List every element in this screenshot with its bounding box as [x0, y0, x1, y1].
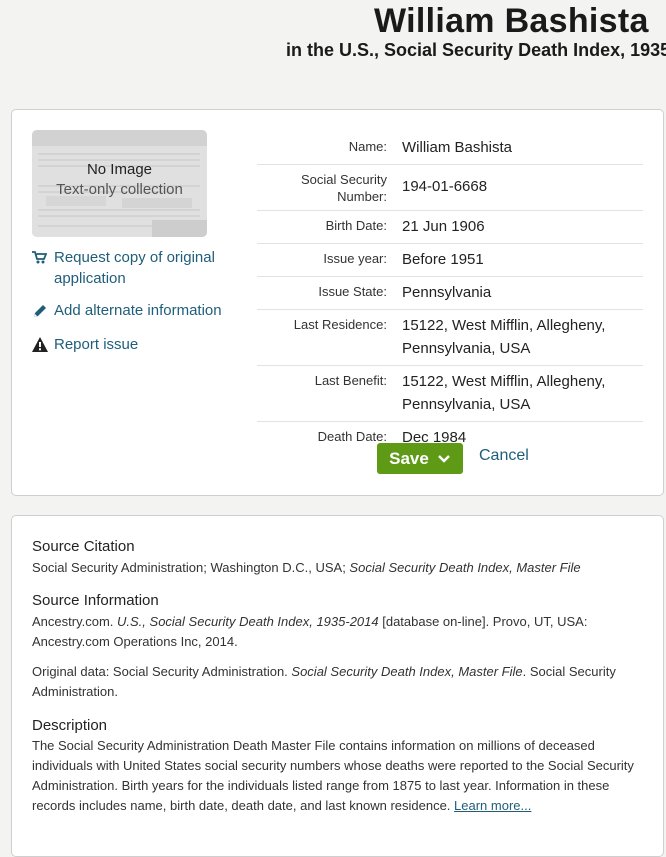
- pencil-icon: [32, 300, 50, 321]
- add-alternate-link[interactable]: Add alternate information: [32, 300, 222, 321]
- request-copy-link[interactable]: Request copy of original application: [32, 247, 234, 289]
- description-body: The Social Security Administration Death…: [32, 738, 634, 813]
- field-label: Issue State:: [318, 284, 387, 299]
- warning-icon: [32, 334, 50, 355]
- field-value: William Bashista: [402, 139, 513, 156]
- info-text-1: Ancestry.com.: [32, 614, 118, 629]
- collection-subtitle: in the U.S., Social Security Death Index…: [286, 40, 666, 60]
- original-text-1: Original data: Social Security Administr…: [32, 664, 292, 679]
- description-heading: Description: [32, 717, 108, 734]
- cart-icon: [32, 247, 50, 268]
- source-citation: Source Citation Social Security Administ…: [32, 538, 647, 578]
- field-label: Issue year:: [323, 251, 387, 266]
- field-row-issue-state: Issue State: Pennsylvania: [257, 277, 643, 310]
- save-button[interactable]: Save: [377, 443, 463, 474]
- field-value: 21 Jun 1906: [402, 218, 485, 235]
- request-copy-label: Request copy of original application: [54, 249, 215, 287]
- source-citation-heading: Source Citation: [32, 538, 135, 555]
- source-card: Source Citation Social Security Administ…: [11, 515, 664, 857]
- citation-italic: Social Security Death Index, Master File: [349, 560, 581, 575]
- learn-more-link[interactable]: Learn more...: [454, 798, 531, 813]
- report-issue-link[interactable]: Report issue: [32, 334, 138, 355]
- chevron-down-icon: [437, 454, 450, 463]
- source-citation-text: Social Security Administration; Washingt…: [32, 558, 647, 578]
- field-row-last-benefit: Last Benefit: 15122, West Mifflin, Alleg…: [257, 366, 643, 422]
- field-row-last-residence: Last Residence: 15122, West Mifflin, All…: [257, 310, 643, 366]
- field-value: 194-01-6668: [402, 178, 488, 195]
- field-value: 15122, West Mifflin, Allegheny, Pennsylv…: [402, 373, 606, 413]
- report-issue-label: Report issue: [54, 336, 139, 353]
- field-value: Before 1951: [402, 251, 484, 268]
- field-label: Last Benefit:: [314, 373, 387, 388]
- field-value: 15122, West Mifflin, Allegheny, Pennsylv…: [402, 317, 606, 357]
- source-description: Description The Social Security Administ…: [32, 717, 647, 816]
- description-text: The Social Security Administration Death…: [32, 736, 647, 816]
- field-label: Birth Date:: [325, 218, 387, 233]
- page-title: William Bashista: [374, 2, 649, 40]
- field-row-name: Name: William Bashista: [257, 132, 643, 165]
- record-details: Name: William Bashista Social Security N…: [257, 132, 643, 454]
- record-card: No Image Text-only collection Request co…: [11, 109, 664, 496]
- save-button-label: Save: [389, 448, 429, 468]
- field-label: Social Security Number:: [301, 172, 387, 204]
- field-label: Last Residence:: [293, 317, 387, 332]
- cancel-link[interactable]: Cancel: [479, 447, 529, 465]
- field-row-ssn: Social Security Number: 194-01-6668: [257, 165, 643, 211]
- source-information: Source Information Ancestry.com. U.S., S…: [32, 592, 647, 702]
- add-alternate-label: Add alternate information: [54, 302, 222, 319]
- field-row-birth-date: Birth Date: 21 Jun 1906: [257, 211, 643, 244]
- page-header: William Bashista in the U.S., Social Sec…: [0, 0, 666, 100]
- citation-text: Social Security Administration; Washingt…: [32, 560, 350, 575]
- field-label: Name:: [348, 139, 387, 154]
- source-information-heading: Source Information: [32, 592, 159, 609]
- source-information-text: Ancestry.com. U.S., Social Security Deat…: [32, 612, 647, 652]
- original-italic: Social Security Death Index, Master File: [291, 664, 523, 679]
- record-thumbnail: No Image Text-only collection: [32, 130, 207, 237]
- info-italic: U.S., Social Security Death Index, 1935-…: [117, 614, 379, 629]
- no-image-label: No Image: [86, 161, 153, 178]
- text-only-label: Text-only collection: [56, 181, 183, 198]
- field-value: Pennsylvania: [402, 284, 492, 301]
- original-data-text: Original data: Social Security Administr…: [32, 662, 647, 702]
- field-row-issue-year: Issue year: Before 1951: [257, 244, 643, 277]
